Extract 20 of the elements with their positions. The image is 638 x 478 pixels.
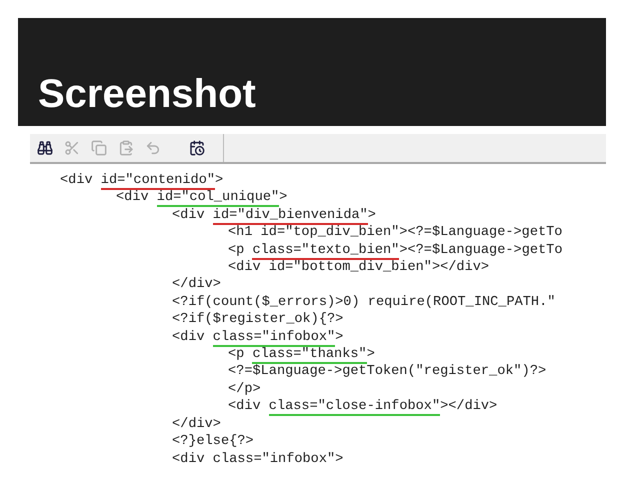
code-line: <?if($register_ok){?> [172,311,344,329]
calendar-clock-icon[interactable] [188,139,206,157]
slide-title: Screenshot [38,72,256,116]
code-line: <h1 id="top_div_bien"><?=$Language->getTo [228,224,562,242]
code-line: <div id="bottom_div_bien"></div> [228,259,490,276]
code-line: <div id="div_bienvenida"> [172,206,376,224]
code-line: <div id="contenido"> [60,172,224,190]
code-line: <?if(count($_errors)>0) require(ROOT_INC_PATH." [172,294,556,312]
code-line: <div class="close-infobox"></div> [228,398,498,416]
code-line: <div id="col_unique"> [116,189,288,207]
code-line: <p class="texto_bien"><?=$Language->getTo [228,242,562,260]
code-line: <div class="infobox"> [172,328,344,346]
code-line: </div> [172,416,221,434]
code-line: </div> [172,276,221,294]
code-line: </p> [228,380,261,398]
code-line: <?=$Language->getToken("register_ok")?> [228,363,546,381]
code-line: <?}else{?> [172,433,254,450]
binoculars-icon[interactable] [36,139,54,157]
code-line: <div class="infobox"> [172,450,344,468]
code-line: <p class="thanks"> [228,346,375,364]
